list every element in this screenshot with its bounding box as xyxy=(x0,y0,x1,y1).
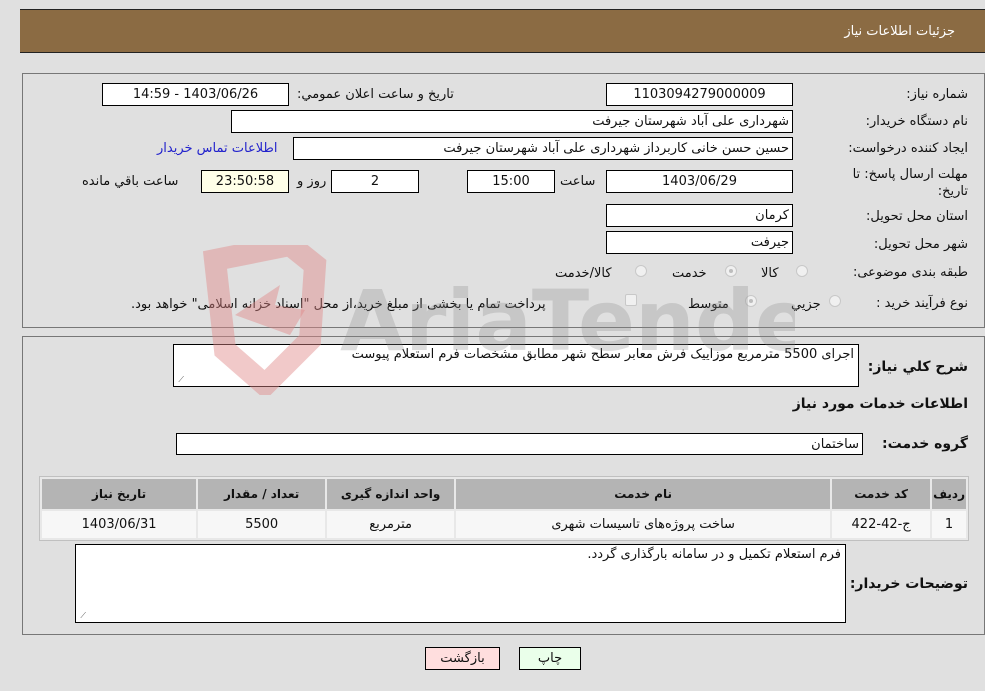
cell-service-name: ساخت پروژه‌های تاسیسات شهری xyxy=(456,511,831,538)
buyer-notes-label: توضيحات خريدار: xyxy=(849,576,968,592)
category-option-service: خدمت xyxy=(672,266,707,281)
requester-field: حسین حسن خانی کاربرداز شهرداری علی آباد … xyxy=(293,137,793,160)
buyer-notes-text: فرم استعلام تکمیل و در سامانه بارگذاری گ… xyxy=(587,547,841,562)
treasury-note: پرداخت تمام يا بخشی از مبلغ خريد،از محل … xyxy=(131,297,546,312)
resize-grip-icon[interactable]: ⟋ xyxy=(78,612,86,620)
city-label: شهر محل تحويل: xyxy=(873,237,968,252)
deadline-time-label: ساعت xyxy=(560,174,596,189)
time-remaining-label: ساعت باقي مانده xyxy=(82,174,179,189)
treasury-checkbox[interactable] xyxy=(625,294,637,306)
deadline-time-field: 15:00 xyxy=(467,170,555,193)
resize-grip-icon[interactable]: ⟋ xyxy=(176,376,184,384)
col-header-need-date: تاريخ نياز xyxy=(42,479,197,509)
page-title: جزئیات اطلاعات نیاز xyxy=(844,24,955,39)
purchase-type-label: نوع فرآيند خريد : xyxy=(876,296,968,311)
buyer-contact-link[interactable]: اطلاعات تماس خريدار xyxy=(157,141,277,156)
description-textarea[interactable]: اجرای 5500 مترمربع موزاییک فرش معابر سطح… xyxy=(173,344,859,387)
city-field: جیرفت xyxy=(606,231,793,254)
description-text: اجرای 5500 مترمربع موزاییک فرش معابر سطح… xyxy=(351,347,854,362)
need-number-field: 1103094279000009 xyxy=(606,83,793,106)
purchase-type-radio-medium[interactable] xyxy=(745,295,757,307)
announce-datetime-label: تاريخ و ساعت اعلان عمومي: xyxy=(297,87,454,102)
category-label: طبقه بندی موضوعی: xyxy=(852,265,968,280)
time-remaining-field: 23:50:58 xyxy=(201,170,289,193)
category-radio-goods[interactable] xyxy=(796,265,808,277)
description-label: شرح کلي نياز: xyxy=(867,359,968,375)
province-field: کرمان xyxy=(606,204,793,227)
table-row: 1 ج-42-422 ساخت پروژه‌های تاسیسات شهری م… xyxy=(42,511,966,538)
category-radio-goods-service[interactable] xyxy=(635,265,647,277)
cell-unit: مترمربع xyxy=(327,511,455,538)
cell-need-date: 1403/06/31 xyxy=(42,511,197,538)
days-remaining-field: 2 xyxy=(331,170,419,193)
category-option-goods: کالا xyxy=(761,266,779,281)
deadline-date-field: 1403/06/29 xyxy=(606,170,793,193)
col-header-service-code: کد خدمت xyxy=(832,479,931,509)
requester-label: ايجاد کننده درخواست: xyxy=(848,141,968,156)
col-header-row-number: رديف xyxy=(932,479,966,509)
page-header: جزئیات اطلاعات نیاز xyxy=(20,9,985,53)
col-header-unit: واحد اندازه گيری xyxy=(327,479,455,509)
print-button[interactable]: چاپ xyxy=(519,647,581,670)
buyer-org-field: شهرداری علی آباد شهرستان جیرفت xyxy=(231,110,793,133)
province-label: استان محل تحويل: xyxy=(866,209,968,224)
need-number-label: شماره نیاز: xyxy=(906,87,968,102)
col-header-service-name: نام خدمت xyxy=(456,479,831,509)
days-label: روز و xyxy=(297,174,327,189)
back-button[interactable]: بازگشت xyxy=(425,647,500,670)
purchase-type-option-medium: متوسط xyxy=(688,297,729,312)
cell-service-code: ج-42-422 xyxy=(832,511,931,538)
announce-datetime-field: 1403/06/26 - 14:59 xyxy=(102,83,289,106)
deadline-label: مهلت ارسال پاسخ: تا تاریخ: xyxy=(852,167,968,199)
table-header-row: رديف کد خدمت نام خدمت واحد اندازه گيری ت… xyxy=(42,479,966,509)
cell-row-number: 1 xyxy=(932,511,966,538)
category-option-goods-service: کالا/خدمت xyxy=(555,266,612,281)
service-group-label: گروه خدمت: xyxy=(882,436,968,452)
buyer-notes-textarea[interactable]: فرم استعلام تکمیل و در سامانه بارگذاری گ… xyxy=(75,544,846,623)
col-header-quantity: تعداد / مقدار xyxy=(198,479,326,509)
services-title: اطلاعات خدمات مورد نياز xyxy=(792,396,968,412)
cell-quantity: 5500 xyxy=(198,511,326,538)
category-radio-service[interactable] xyxy=(725,265,737,277)
service-group-field: ساختمان xyxy=(176,433,863,455)
services-table: رديف کد خدمت نام خدمت واحد اندازه گيری ت… xyxy=(39,476,969,541)
buyer-org-label: نام دستگاه خريدار: xyxy=(865,114,968,129)
purchase-type-option-minor: جزيي xyxy=(791,297,821,312)
purchase-type-radio-minor[interactable] xyxy=(829,295,841,307)
